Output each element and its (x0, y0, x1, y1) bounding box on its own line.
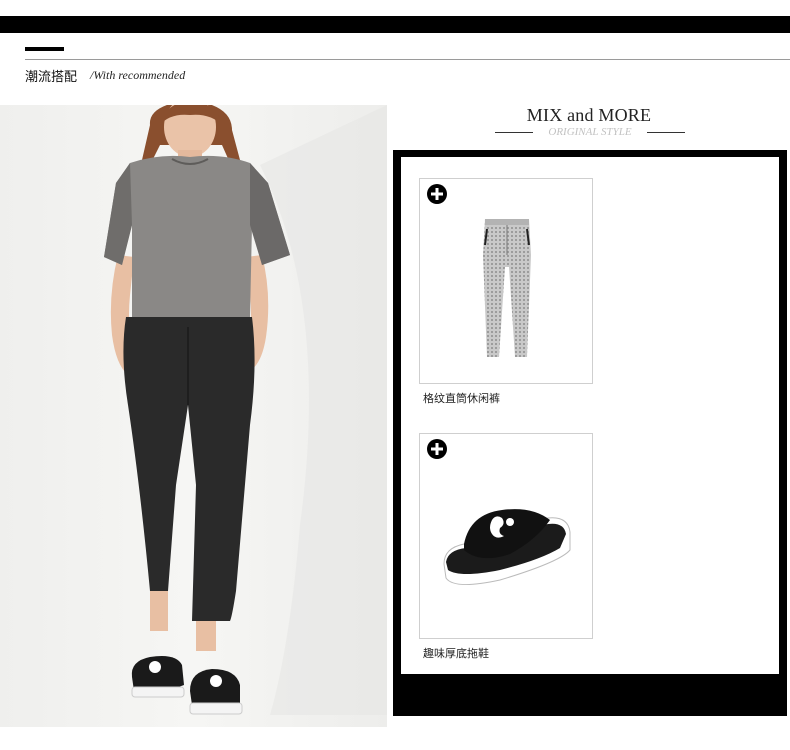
product-name-pants[interactable]: 格纹直筒休闲裤 (423, 390, 500, 406)
product-card-pants[interactable] (419, 178, 593, 384)
subtitle-rule-right (647, 132, 685, 133)
product-name-slippers[interactable]: 趣味厚底拖鞋 (423, 645, 489, 661)
model-photo (0, 105, 387, 727)
section-title: 潮流搭配 (25, 70, 78, 85)
header-divider (25, 59, 790, 60)
plus-circle-icon[interactable] (427, 184, 447, 204)
top-black-bar (0, 16, 790, 33)
subtitle-rule-left (495, 132, 533, 133)
mix-title: MIX and MORE (526, 105, 652, 125)
plaid-pants-image (483, 219, 531, 357)
section-subtitle: /With recommended (90, 68, 186, 82)
model-illustration (104, 105, 387, 715)
mix-subtitle: ORIGINAL STYLE (548, 126, 632, 138)
slipper-image (443, 509, 571, 585)
title-accent-dash (25, 47, 64, 51)
plus-circle-icon[interactable] (427, 439, 447, 459)
product-card-slippers[interactable] (419, 433, 593, 639)
